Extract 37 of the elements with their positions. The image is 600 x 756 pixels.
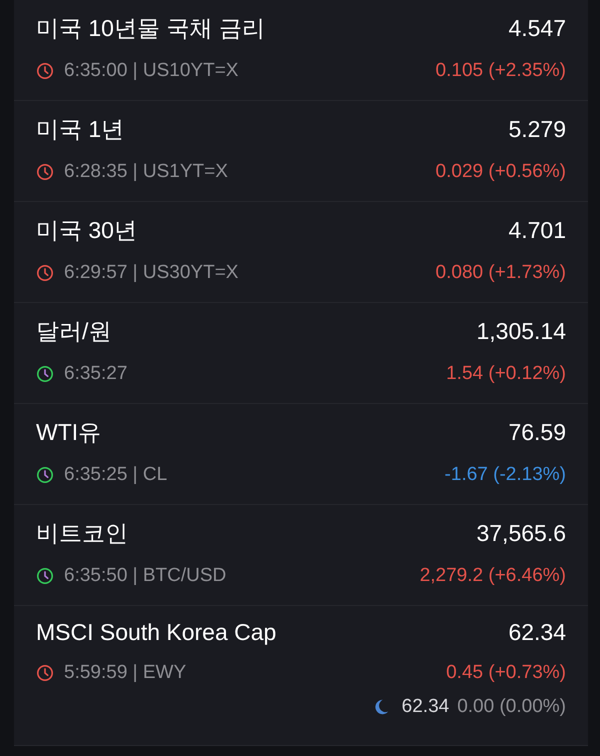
quote-name: 미국 30년 bbox=[36, 216, 137, 245]
quote-row[interactable]: MSCI South Korea Cap 62.34 5:59:59 | EWY 0.45 (+0.73%) 62.34 0.00 (0.00%) bbox=[14, 606, 588, 746]
quote-time: 6:35:27 bbox=[64, 363, 128, 385]
price-change: 0.080 (+1.73%) bbox=[436, 262, 566, 284]
quote-name: 미국 10년물 국채 금리 bbox=[36, 14, 265, 43]
quote-name: 비트코인 bbox=[36, 519, 128, 548]
quote-price: 76.59 bbox=[508, 419, 566, 446]
quote-name: 달러/원 bbox=[36, 317, 112, 346]
quote-time: 6:28:35 | US1YT=X bbox=[64, 161, 228, 183]
quote-time: 6:29:57 | US30YT=X bbox=[64, 262, 238, 284]
quote-name: MSCI South Korea Cap bbox=[36, 619, 276, 646]
price-change: 0.105 (+2.35%) bbox=[436, 60, 566, 82]
quote-name: 미국 1년 bbox=[36, 115, 124, 144]
quote-row[interactable]: 달러/원 1,305.14 6:35:27 1.54 (+0.12%) bbox=[14, 303, 588, 404]
after-hours-change: 0.00 (0.00%) bbox=[457, 696, 566, 718]
price-change: 1.54 (+0.12%) bbox=[446, 363, 566, 385]
quote-time: 6:35:25 | CL bbox=[64, 464, 168, 486]
price-change: -1.67 (-2.13%) bbox=[444, 464, 566, 486]
quote-price: 37,565.6 bbox=[476, 520, 566, 547]
price-change: 0.029 (+0.56%) bbox=[436, 161, 566, 183]
quote-price: 1,305.14 bbox=[476, 318, 566, 345]
quote-price: 4.701 bbox=[508, 217, 566, 244]
quote-time: 5:59:59 | EWY bbox=[64, 662, 186, 684]
quote-row[interactable]: 미국 30년 4.701 6:29:57 | US30YT=X 0.080 (+1.73%) bbox=[14, 202, 588, 303]
quote-row[interactable]: 비트코인 37,565.6 6:35:50 | BTC/USD 2,279.2 (+6.46%) bbox=[14, 505, 588, 606]
price-change: 0.45 (+0.73%) bbox=[446, 662, 566, 684]
price-change: 2,279.2 (+6.46%) bbox=[420, 565, 566, 587]
quote-price: 4.547 bbox=[508, 15, 566, 42]
quote-row[interactable]: WTI유 76.59 6:35:25 | CL -1.67 (-2.13%) bbox=[14, 404, 588, 505]
quote-time: 6:35:50 | BTC/USD bbox=[64, 565, 226, 587]
after-hours-price: 62.34 bbox=[402, 696, 450, 718]
quote-name: WTI유 bbox=[36, 418, 102, 447]
quote-row[interactable]: 미국 10년물 국채 금리 4.547 6:35:00 | US10YT=X 0.105 (+2.35%) bbox=[14, 0, 588, 101]
quote-time: 6:35:00 | US10YT=X bbox=[64, 60, 238, 82]
quote-row[interactable]: 미국 1년 5.279 6:28:35 | US1YT=X 0.029 (+0.56%) bbox=[14, 101, 588, 202]
quote-price: 5.279 bbox=[508, 116, 566, 143]
quote-price: 62.34 bbox=[508, 619, 566, 646]
